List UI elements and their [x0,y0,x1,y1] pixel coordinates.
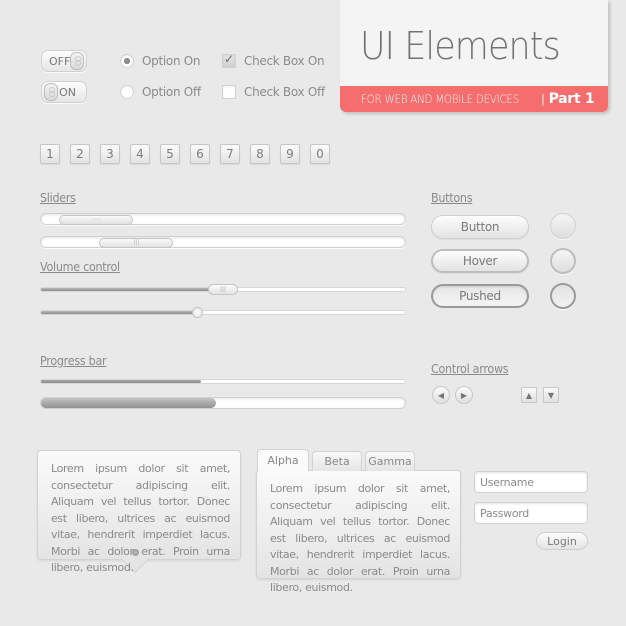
number-key[interactable]: 9 [280,144,300,164]
number-key[interactable]: 1 [40,144,60,164]
number-key[interactable]: 7 [220,144,240,164]
username-input[interactable] [474,471,588,493]
header-part: Part 1 [548,91,595,107]
arrow-down-button[interactable]: ▼ [543,387,559,403]
checkbox-label: Check Box Off [244,85,325,99]
header-subtitle: FOR WEB AND MOBILE DEVICES [361,92,519,106]
tab-content-panel: Lorem ipsum dolor sit amet, consectetur … [256,470,461,594]
arrow-up-button[interactable]: ▲ [521,387,537,403]
tab-beta[interactable]: Beta [312,451,362,471]
tooltip-dot-icon [132,549,139,556]
progress-bar-thin [40,379,406,384]
volume-thumb[interactable] [192,307,204,318]
number-key[interactable]: 8 [250,144,270,164]
number-key[interactable]: 3 [100,144,120,164]
checkbox-label: Check Box On [244,54,325,68]
volume-fill [41,288,223,291]
radio-button[interactable] [120,85,134,99]
number-key[interactable]: 4 [130,144,150,164]
tab-bar: Alpha Beta Gamma [257,449,415,471]
number-key[interactable]: 6 [190,144,210,164]
tooltip-panel: Lorem ipsum dolor sit amet, consectetur … [37,450,241,574]
checkbox-unchecked[interactable] [222,85,236,99]
button-pushed[interactable]: Pushed [431,284,529,308]
volume-slider[interactable] [40,307,406,318]
radio-label: Option Off [142,85,201,99]
volume-slider[interactable]: ||| [40,284,406,295]
radio-label: Option On [142,54,201,68]
round-button-pushed[interactable] [550,283,576,309]
control-arrows-label: Control arrows [431,362,509,376]
tooltip-text: Lorem ipsum dolor sit amet, consectetur … [51,462,230,574]
tab-content-text: Lorem ipsum dolor sit amet, consectetur … [270,482,450,594]
toggle-label: OFF [49,54,71,68]
number-key[interactable]: 0 [310,144,330,164]
arrow-down-icon: ▼ [547,390,555,400]
progress-fill [41,398,216,408]
arrow-right-button[interactable]: ▶ [455,386,473,404]
toggle-knob[interactable] [70,52,84,70]
toggle-knob[interactable] [44,83,58,101]
buttons-label: Buttons [431,191,473,205]
arrow-left-icon: ◀ [437,390,445,400]
toggle-on[interactable]: ON [41,81,87,103]
button-normal[interactable]: Button [431,215,529,239]
header-banner: FOR WEB AND MOBILE DEVICES | Part 1 [340,86,608,112]
round-button-normal[interactable] [550,213,576,239]
volume-fill [41,311,198,314]
arrow-up-icon: ▲ [525,390,533,400]
checkbox-checked[interactable] [222,52,236,68]
password-input[interactable] [474,502,588,524]
toggle-label: ON [59,85,76,99]
progress-bar-thick [40,397,406,409]
checkbox-on[interactable]: Check Box On [222,52,325,68]
header-separator: | [541,92,545,106]
round-button-hover[interactable] [550,248,576,274]
sliders-label: Sliders [40,191,76,205]
number-key[interactable]: 5 [160,144,180,164]
page-title: UI Elements [360,24,561,68]
radio-option-on[interactable]: Option On [120,54,201,68]
radio-option-off[interactable]: Option Off [120,85,201,99]
arrow-right-icon: ▶ [460,390,468,400]
login-button[interactable]: Login [536,532,588,550]
slider-thumb[interactable]: ||| [99,238,174,248]
radio-button-checked[interactable] [120,54,134,68]
progress-label: Progress bar [40,354,107,368]
header-card: UI Elements FOR WEB AND MOBILE DEVICES |… [340,0,608,112]
tab-gamma[interactable]: Gamma [365,451,415,471]
tab-alpha[interactable]: Alpha [257,449,309,471]
button-hover[interactable]: Hover [431,249,529,273]
slider-track[interactable]: ||| [40,236,406,248]
volume-thumb[interactable]: ||| [208,284,238,295]
number-key[interactable]: 2 [70,144,90,164]
checkbox-off[interactable]: Check Box Off [222,85,325,99]
volume-label: Volume control [40,260,120,274]
slider-track[interactable]: ◦◦◦ [40,213,406,225]
slider-thumb[interactable]: ◦◦◦ [59,215,134,225]
toggle-off[interactable]: OFF [41,50,87,72]
progress-fill [41,380,202,383]
number-keys: 1 2 3 4 5 6 7 8 9 0 [40,144,330,164]
arrow-left-button[interactable]: ◀ [432,386,450,404]
